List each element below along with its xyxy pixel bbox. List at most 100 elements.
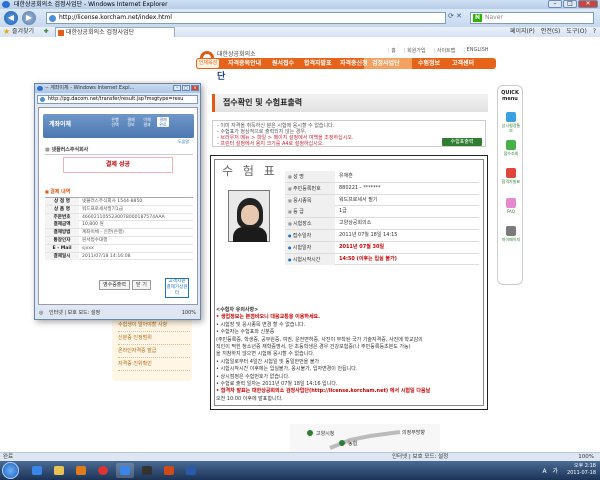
quick-item-2[interactable]: 접수조회 <box>501 140 521 156</box>
util-link-home[interactable]: 홈 <box>388 47 396 54</box>
ticket-row-label: 응시종목 <box>285 194 335 206</box>
sidebar-link-id[interactable]: 신분증 인정범위 <box>118 332 190 345</box>
payment-row: 결제방법 계좌이체 - 신한(은행) <box>45 229 193 237</box>
popup-help-link[interactable]: 도움말 <box>178 139 189 145</box>
popup-content: 계좌이체 은행 선택 결제 정보 이체 결과 결제 완료 도움말 넷플러스주식회… <box>38 107 198 305</box>
popup-close-button[interactable]: ✕ <box>191 85 199 91</box>
quick-item-3[interactable]: 합격자발표 <box>501 168 521 184</box>
sidebar-link-notice[interactable]: 수험생이 알아야할 사항 <box>118 319 190 332</box>
clock-time: 오후 2:18 <box>573 463 596 469</box>
payment-row: 결제일시 2011/07/18 14:16:08 <box>45 252 193 261</box>
system-clock[interactable]: 오후 2:18 2011-07-18 <box>567 463 596 477</box>
taskbar-ie-active[interactable] <box>116 463 134 478</box>
gnb-item-qualifications[interactable]: 자격종목안내 <box>228 58 261 69</box>
popup-address-text: http://pg.dacom.net/transfer/result.jsp?… <box>48 96 184 102</box>
menu-safety[interactable]: 안전(S) <box>541 27 561 37</box>
favorites-button[interactable]: 즐겨찾기 <box>12 27 34 37</box>
payment-row-label: 상 품 명 <box>45 205 79 213</box>
gnb-item-results[interactable]: 합격자발표 <box>304 58 332 69</box>
forward-icon[interactable]: ▶ <box>22 11 36 25</box>
menu-page[interactable]: 페이지(P) <box>510 27 535 37</box>
taskbar-chrome[interactable] <box>94 463 112 478</box>
globe-icon: ◎ <box>39 310 44 316</box>
back-icon[interactable]: ◀ <box>4 11 18 25</box>
faq-icon <box>506 198 516 208</box>
payment-row-value: 4660211055230078000187574AAA <box>82 214 165 220</box>
popup-titlebar: -- 계좌이체 - Windows Internet Expl... – □ ✕ <box>35 84 200 93</box>
menu-tools[interactable]: 도구(O) <box>566 27 586 37</box>
popup-maximize-button[interactable]: □ <box>182 85 190 91</box>
ticket-row-label: 접수일자 <box>285 229 335 241</box>
quick-item-1[interactable]: 상시평정통보 <box>501 112 521 133</box>
popup-address-bar[interactable]: http://pg.dacom.net/transfer/result.jsp?… <box>37 95 198 104</box>
quick-menu: QUICK menu 상시평정통보 접수조회 합격자발표 FAQ 마이페이지 <box>497 85 523 285</box>
address-text: http://license.korcham.net/index.html <box>59 14 172 21</box>
gnb-home-button[interactable]: 인재육성 <box>196 58 220 69</box>
add-favorite-icon[interactable]: ✚ <box>40 27 52 37</box>
taskbar-gom[interactable] <box>138 463 156 478</box>
taskbar-ie[interactable] <box>28 463 46 478</box>
util-link-sitemap[interactable]: 사이트맵 <box>434 47 455 54</box>
payment-steps: 은행 선택 결제 정보 이체 결과 결제 완료 <box>109 117 169 127</box>
print-ticket-button[interactable]: 수험표출력 <box>442 138 482 146</box>
gnb-item-certificate[interactable]: 자격증신청 <box>340 58 368 69</box>
payment-row-label: 결제방법 <box>45 229 79 237</box>
taskbar-ppt[interactable] <box>160 463 178 478</box>
util-link-join[interactable]: 회원가입 <box>404 47 425 54</box>
caution-item: • 시험시작시간 이후에는 입실불가, 응시불가, 입자변경이 안됩니다. <box>216 366 358 373</box>
payment-row: E - Mail sjxxx <box>45 244 193 253</box>
map-marker <box>307 430 313 436</box>
ticket-row: 주민등록번호 880221 - ******* <box>285 182 479 195</box>
payment-row-value: 원서접수대행 <box>82 237 108 243</box>
player-icon <box>142 466 152 475</box>
taskbar-word[interactable] <box>182 463 200 478</box>
ticket-row-label: 시험일자 <box>285 241 335 253</box>
page-title: 접수확인 및 수험표출력 <box>212 94 488 112</box>
sidebar-link-verify[interactable]: 자격증 진위확인 <box>118 358 190 371</box>
tab-korcham[interactable]: 대한상공회의소 검정사업단 <box>55 27 175 37</box>
photo-face <box>241 205 259 225</box>
start-button[interactable] <box>2 462 19 479</box>
quick-item-label: 상시평정통보 <box>501 123 521 133</box>
photo-body <box>233 227 267 242</box>
util-link-english[interactable]: ENGLISH <box>463 47 489 54</box>
search-placeholder: Naver <box>485 14 503 21</box>
search-box[interactable]: N Naver <box>470 12 594 24</box>
tab-title: 대한상공회의소 검정사업단 <box>66 29 135 36</box>
ticket-row-label: 성 명 <box>285 171 335 182</box>
caution-item: • 상시점정은 수험번호가 없습니다. <box>216 373 290 380</box>
refresh-icon[interactable]: ⟳ <box>448 12 454 20</box>
taskbar-explorer[interactable] <box>50 463 68 478</box>
gnb-item-business[interactable]: 검정사업단 <box>372 58 400 69</box>
payment-result: 결제 성공 <box>63 157 173 173</box>
quick-item-label: 합격자발표 <box>501 179 521 184</box>
sidebar-link-online[interactable]: 온라인자격증 발급 <box>118 345 190 358</box>
favorites-star-icon[interactable]: ★ <box>3 28 10 36</box>
taskbar-media[interactable] <box>72 463 90 478</box>
stop-icon[interactable]: ✕ <box>456 12 462 20</box>
quick-item-4[interactable]: FAQ <box>501 198 521 214</box>
popup-header: 계좌이체 은행 선택 결제 정보 이체 결과 결제 완료 <box>43 114 194 138</box>
popup-close-text-button[interactable]: 닫 기 <box>132 280 151 290</box>
ticket-row: 성 명 유재훈 <box>285 171 479 183</box>
clock-date: 2011-07-18 <box>566 470 596 476</box>
ticket-row: 시험시작시간 14:50 (이후는 입실 불가) <box>285 253 479 266</box>
payment-row: 상 품 명 워드프로세서필기1급 <box>45 205 193 214</box>
receipt-print-button[interactable]: 영수증출력 <box>99 280 131 290</box>
customer-center-button[interactable]: 고객지원 결제가상원터 <box>165 278 189 298</box>
gnb-item-customer[interactable]: 고객센터 <box>452 58 474 69</box>
close-button[interactable]: ✕ <box>578 0 598 8</box>
payment-popup-window[interactable]: -- 계좌이체 - Windows Internet Expl... – □ ✕… <box>34 83 201 320</box>
popup-minimize-button[interactable]: – <box>173 85 181 91</box>
tray-lang[interactable]: A 가 <box>542 466 560 475</box>
payment-row-label: E - Mail <box>45 244 79 252</box>
gnb-item-application[interactable]: 원서접수 <box>272 58 294 69</box>
address-bar[interactable]: http://license.korcham.net/index.html <box>46 12 446 24</box>
gnb-item-exam-info[interactable]: 수험정보 <box>418 58 440 69</box>
ticket-row-label: 시험시작시간 <box>285 253 335 265</box>
minimize-button[interactable]: – <box>548 0 562 8</box>
quick-item-5[interactable]: 마이페이지 <box>501 226 521 242</box>
help-icon[interactable]: ? <box>593 27 596 37</box>
maximize-button[interactable]: □ <box>563 0 577 8</box>
popup-zoom[interactable]: 100% <box>182 308 196 319</box>
